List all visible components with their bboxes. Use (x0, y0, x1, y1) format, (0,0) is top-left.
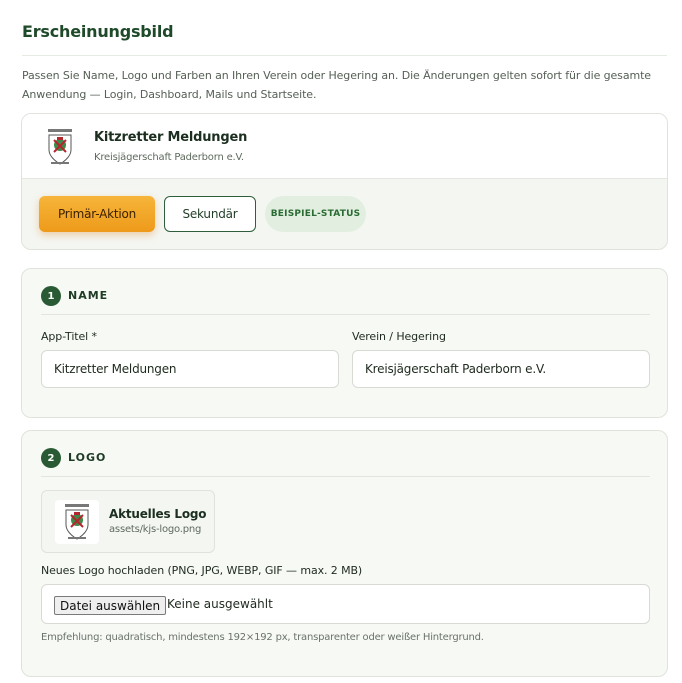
page-title: Erscheinungsbild (22, 22, 174, 41)
file-status-text: Keine ausgewählt (167, 597, 273, 611)
primary-action-button[interactable]: Primär-Aktion (39, 196, 155, 232)
crest-logo-icon (48, 129, 72, 165)
section-divider (41, 476, 650, 477)
logo-hint-text: Empfehlung: quadratisch, mindestens 192×… (41, 632, 484, 643)
section-number-badge: 2 (41, 448, 61, 468)
org-input[interactable] (352, 350, 650, 388)
secondary-action-button[interactable]: Sekundär (164, 196, 256, 232)
crest-logo-icon (65, 504, 89, 540)
current-logo-title: Aktuelles Logo (109, 507, 207, 521)
current-logo-thumbnail (55, 500, 99, 544)
current-logo-path: assets/kjs-logo.png (109, 524, 202, 535)
title-divider (22, 55, 667, 56)
app-title-input[interactable] (41, 350, 339, 388)
logo-file-input[interactable]: Datei auswählen Keine ausgewählt (41, 584, 650, 624)
preview-org-name: Kreisjägerschaft Paderborn e.V. (94, 152, 244, 163)
section-number-badge: 1 (41, 286, 61, 306)
choose-file-button[interactable]: Datei auswählen (54, 596, 167, 615)
app-title-label: App-Titel * (41, 330, 97, 343)
section-title: LOGO (68, 451, 107, 464)
page-intro: Passen Sie Name, Logo und Farben an Ihre… (22, 69, 651, 101)
current-logo-card: Aktuelles Logo assets/kjs-logo.png (41, 490, 215, 553)
status-badge: BEISPIEL-STATUS (265, 196, 366, 232)
appearance-preview-card: Kitzretter Meldungen Kreisjägerschaft Pa… (21, 113, 668, 250)
upload-label: Neues Logo hochladen (PNG, JPG, WEBP, GI… (41, 564, 363, 577)
preview-header: Kitzretter Meldungen Kreisjägerschaft Pa… (22, 114, 667, 179)
section-divider (41, 314, 650, 315)
org-label: Verein / Hegering (352, 330, 446, 343)
logo-section: 2 LOGO Aktuelles Logo assets/kjs-logo.pn… (21, 430, 668, 677)
section-title: NAME (68, 289, 109, 302)
preview-app-name: Kitzretter Meldungen (94, 130, 248, 145)
name-section: 1 NAME App-Titel * Verein / Hegering (21, 268, 668, 418)
